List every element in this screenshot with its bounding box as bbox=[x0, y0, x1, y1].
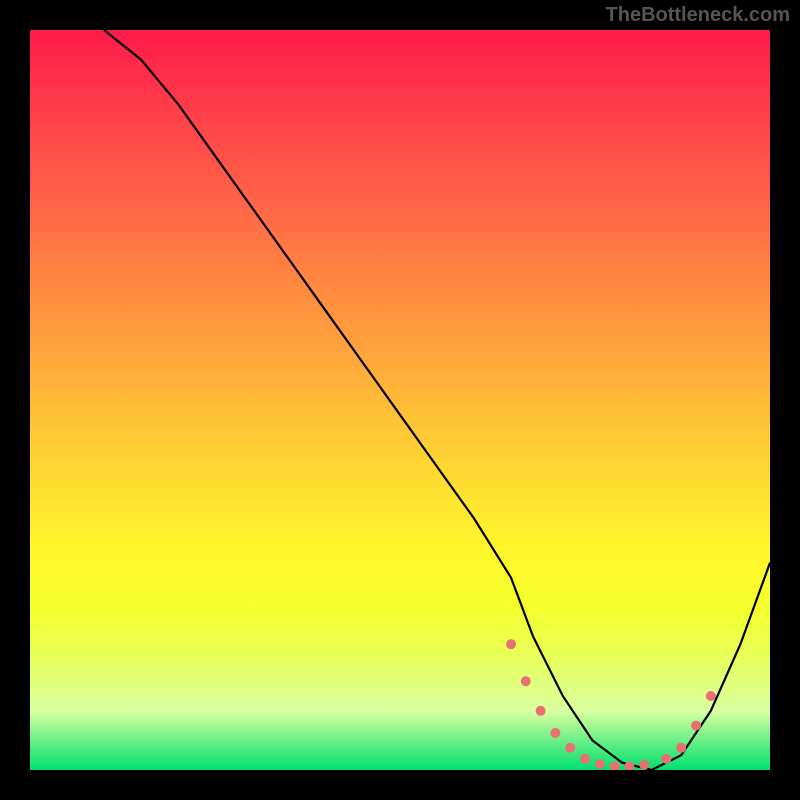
plot-area bbox=[30, 30, 770, 770]
marker-dot bbox=[610, 761, 620, 770]
marker-dot bbox=[661, 754, 671, 764]
marker-dot bbox=[580, 754, 590, 764]
marker-dot bbox=[706, 691, 716, 701]
watermark-text: TheBottleneck.com bbox=[606, 4, 790, 27]
marker-dot bbox=[521, 676, 531, 686]
marker-dot bbox=[691, 721, 701, 731]
marker-dot bbox=[550, 728, 560, 738]
marker-dot bbox=[595, 759, 605, 769]
marker-dot bbox=[676, 743, 686, 753]
main-curve-path bbox=[104, 30, 770, 770]
chart-svg bbox=[30, 30, 770, 770]
marker-dot bbox=[639, 760, 649, 770]
marker-dot bbox=[506, 639, 516, 649]
marker-group bbox=[506, 639, 716, 770]
marker-dot bbox=[565, 743, 575, 753]
marker-dot bbox=[536, 706, 546, 716]
